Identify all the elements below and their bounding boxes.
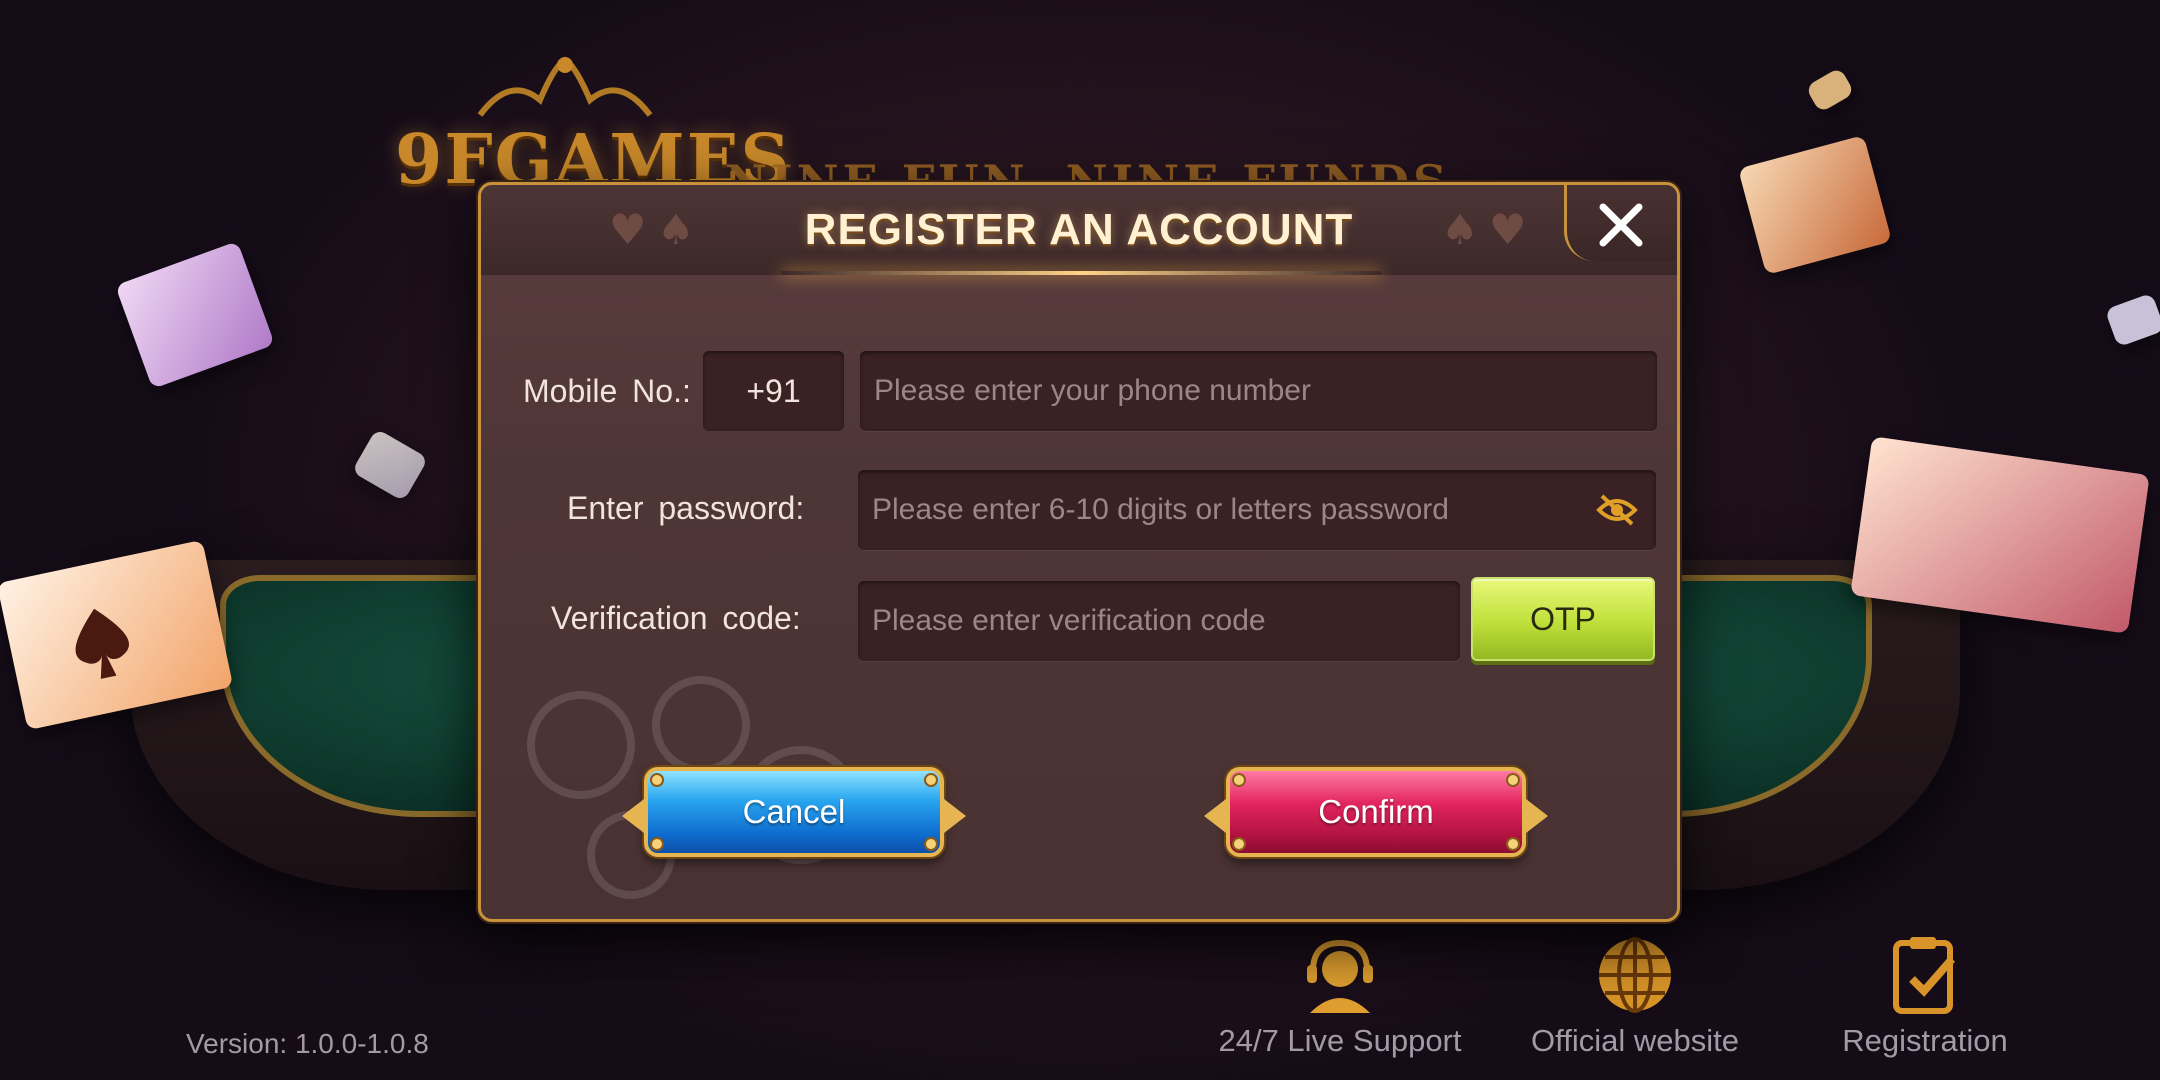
- corner-ornament: [1506, 773, 1520, 787]
- logo-crown-ornament: [477, 56, 653, 117]
- registration-label: Registration: [1842, 1023, 2008, 1058]
- password-input[interactable]: [858, 470, 1656, 550]
- verification-input[interactable]: [858, 581, 1460, 661]
- otp-button[interactable]: OTP: [1471, 577, 1655, 661]
- spade-icon: [75, 608, 129, 679]
- live-support-button[interactable]: 24/7 Live Support: [1205, 935, 1475, 1059]
- corner-ornament: [1506, 837, 1520, 851]
- mobile-label: Mobile No.:: [523, 373, 691, 409]
- button-wing-ornament: [1204, 799, 1226, 833]
- country-code-selector[interactable]: +91: [703, 351, 844, 431]
- corner-ornament: [650, 837, 664, 851]
- globe-icon: [1599, 937, 1671, 1013]
- corner-ornament: [924, 837, 938, 851]
- verification-field[interactable]: [858, 581, 1460, 661]
- live-support-label: 24/7 Live Support: [1218, 1023, 1462, 1058]
- cancel-label: Cancel: [742, 793, 846, 830]
- official-website-button[interactable]: Official website: [1515, 935, 1755, 1059]
- corner-ornament: [1232, 837, 1246, 851]
- header-glow: [781, 271, 1381, 275]
- official-website-label: Official website: [1531, 1023, 1739, 1058]
- button-wing-ornament: [944, 799, 966, 833]
- dialog-title: REGISTER AN ACCOUNT: [804, 205, 1354, 254]
- floating-card: [115, 241, 275, 389]
- password-label: Enter password:: [567, 490, 805, 526]
- register-dialog: ♥ ♠ ♠ ♥ REGISTER AN ACCOUNT Mobile No.: …: [478, 182, 1680, 922]
- confirm-label: Confirm: [1318, 793, 1434, 830]
- close-icon[interactable]: [1593, 197, 1649, 253]
- corner-ornament: [1232, 773, 1246, 787]
- corner-ornament: [924, 773, 938, 787]
- eye-off-icon[interactable]: [1596, 490, 1638, 530]
- cancel-button[interactable]: Cancel: [622, 767, 966, 857]
- password-field[interactable]: [858, 470, 1656, 550]
- floating-card: [1805, 67, 1855, 113]
- headset-icon: [1307, 939, 1373, 1013]
- clipboard-check-icon: [1893, 937, 1956, 1014]
- confirm-button[interactable]: Confirm: [1204, 767, 1548, 857]
- phone-field[interactable]: [860, 351, 1657, 431]
- phone-input[interactable]: [860, 351, 1657, 431]
- floating-card: [351, 428, 429, 502]
- version-label: Version: 1.0.0-1.0.8: [186, 1028, 429, 1059]
- registration-button[interactable]: Registration: [1825, 935, 2025, 1059]
- floating-card: [1737, 135, 1893, 275]
- button-wing-ornament: [1526, 799, 1548, 833]
- verification-label: Verification code:: [551, 600, 801, 636]
- corner-ornament: [650, 773, 664, 787]
- floating-card: [2104, 292, 2160, 348]
